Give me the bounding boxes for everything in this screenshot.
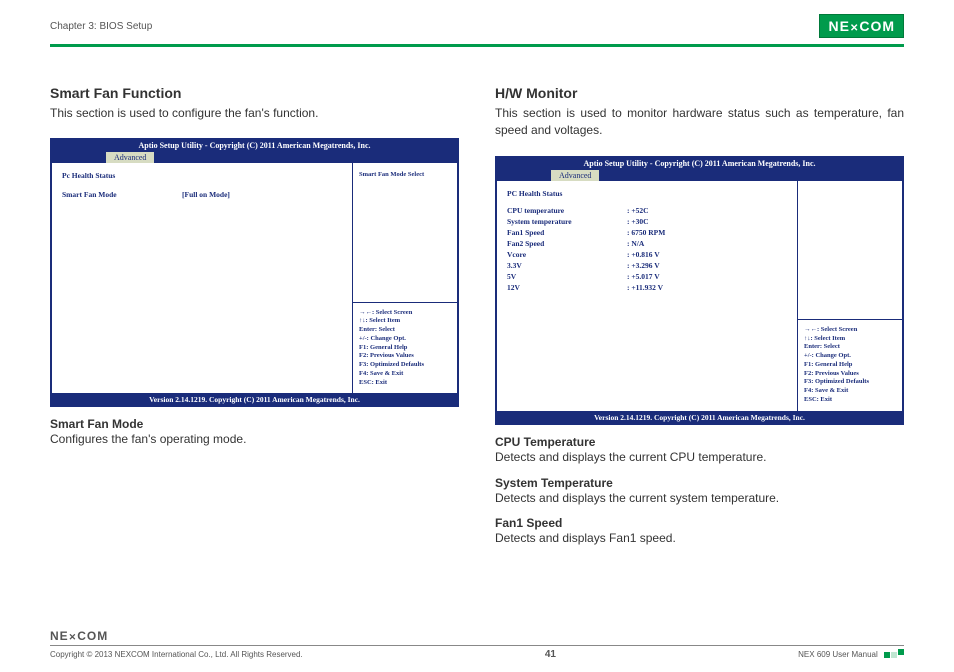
bios-row: Fan2 Speed: N/A xyxy=(507,239,787,248)
bios-main-panel: PC Health Status CPU temperature: +52C S… xyxy=(496,181,798,411)
content-columns: Smart Fan Function This section is used … xyxy=(50,85,904,557)
left-column: Smart Fan Function This section is used … xyxy=(50,85,459,557)
page-header: Chapter 3: BIOS Setup NE✕COM xyxy=(50,14,904,42)
section-title: Smart Fan Function xyxy=(50,85,459,101)
bios-screenshot-right: Aptio Setup Utility - Copyright (C) 2011… xyxy=(495,156,904,425)
footer-copyright: Copyright © 2013 NEXCOM International Co… xyxy=(50,650,303,659)
sub-desc: Configures the fan's operating mode. xyxy=(50,431,459,448)
bios-side-hint: Smart Fan Mode Select xyxy=(353,163,457,301)
bios-tab-advanced: Advanced xyxy=(106,152,154,163)
bios-screenshot-left: Aptio Setup Utility - Copyright (C) 2011… xyxy=(50,138,459,407)
section-desc: This section is used to monitor hardware… xyxy=(495,105,904,140)
bios-row: 3.3V: +3.296 V xyxy=(507,261,787,270)
sub-title: System Temperature xyxy=(495,476,904,490)
sub-desc: Detects and displays the current CPU tem… xyxy=(495,449,904,466)
footer-manual: NEX 609 User Manual xyxy=(798,650,904,659)
bios-row: CPU temperature: +52C xyxy=(507,206,787,215)
bios-setting-label: Smart Fan Mode xyxy=(62,190,182,199)
sub-title: Fan1 Speed xyxy=(495,516,904,530)
bios-tab-advanced: Advanced xyxy=(551,170,599,181)
bios-help-keys: →←: Select Screen ↑↓: Select Item Enter:… xyxy=(798,319,902,411)
brand-logo: NE✕COM xyxy=(819,14,904,38)
footer-squares-icon xyxy=(884,652,904,658)
bios-row: 5V: +5.017 V xyxy=(507,272,787,281)
bios-main-panel: Pc Health Status Smart Fan Mode [Full on… xyxy=(51,163,353,393)
bios-row: System temperature: +30C xyxy=(507,217,787,226)
bios-row: 12V: +11.932 V xyxy=(507,283,787,292)
chapter-label: Chapter 3: BIOS Setup xyxy=(50,21,152,32)
bios-heading: Pc Health Status xyxy=(62,171,342,180)
bios-setting-value: [Full on Mode] xyxy=(182,190,230,199)
right-column: H/W Monitor This section is used to moni… xyxy=(495,85,904,557)
section-desc: This section is used to configure the fa… xyxy=(50,105,459,122)
bios-title-bar: Aptio Setup Utility - Copyright (C) 2011… xyxy=(51,139,458,152)
sub-desc: Detects and displays Fan1 speed. xyxy=(495,530,904,547)
bios-row: Vcore: +0.816 V xyxy=(507,250,787,259)
bios-side-panel: Smart Fan Mode Select →←: Select Screen … xyxy=(353,163,458,393)
sub-title: Smart Fan Mode xyxy=(50,417,459,431)
bios-help-keys: →←: Select Screen ↑↓: Select Item Enter:… xyxy=(353,302,457,394)
footer-page-number: 41 xyxy=(545,649,556,660)
bios-row: Fan1 Speed: 6750 RPM xyxy=(507,228,787,237)
bios-heading: PC Health Status xyxy=(507,189,787,198)
sub-title: CPU Temperature xyxy=(495,435,904,449)
bios-side-panel: →←: Select Screen ↑↓: Select Item Enter:… xyxy=(798,181,903,411)
header-rule xyxy=(50,44,904,47)
bios-version-bar: Version 2.14.1219. Copyright (C) 2011 Am… xyxy=(496,411,903,424)
section-title: H/W Monitor xyxy=(495,85,904,101)
bios-tab-row: Advanced xyxy=(51,152,458,163)
sub-desc: Detects and displays the current system … xyxy=(495,490,904,507)
footer-brand: NE✕COM xyxy=(50,629,904,643)
bios-version-bar: Version 2.14.1219. Copyright (C) 2011 Am… xyxy=(51,393,458,406)
page-footer: NE✕COM Copyright © 2013 NEXCOM Internati… xyxy=(50,629,904,660)
bios-setting-row: Smart Fan Mode [Full on Mode] xyxy=(62,190,342,199)
bios-tab-row: Advanced xyxy=(496,170,903,181)
bios-title-bar: Aptio Setup Utility - Copyright (C) 2011… xyxy=(496,157,903,170)
